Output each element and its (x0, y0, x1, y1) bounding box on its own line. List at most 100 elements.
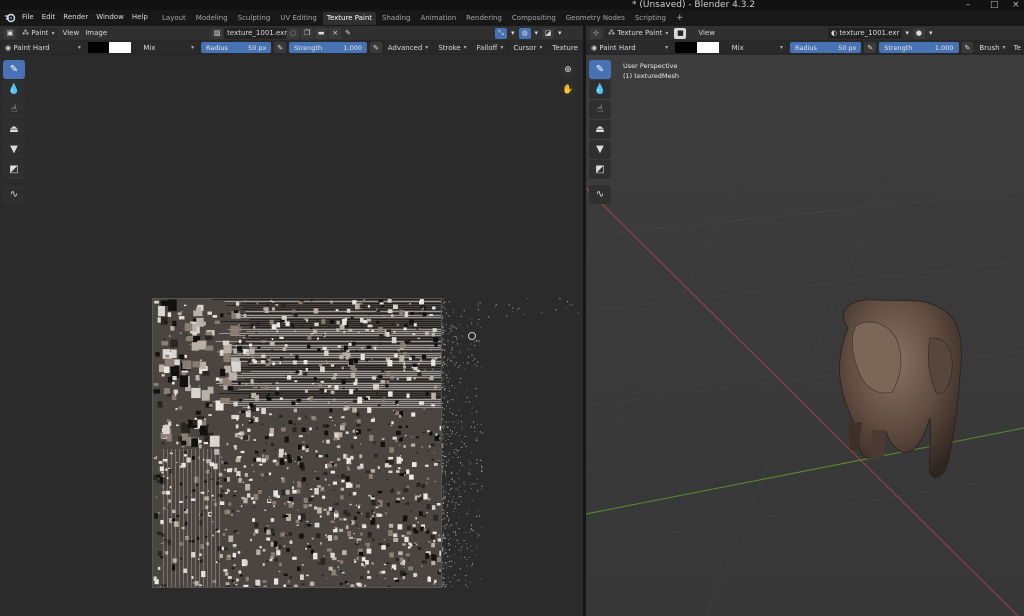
shading-icon[interactable]: ● (912, 27, 925, 39)
editor-type-icon[interactable]: ⊹ (590, 27, 602, 39)
radius-slider[interactable]: Radius 50 px (790, 42, 862, 53)
primary-color-swatch[interactable] (87, 42, 110, 53)
tool-settings-bar: ◉ Paint Hard ▾ Mix ▾ Radius 50 px ✎ Streng… (0, 40, 583, 55)
fill-brush-icon[interactable]: ▼ (589, 140, 611, 159)
smear-brush-icon[interactable]: ☝ (589, 100, 611, 119)
3d-viewport[interactable]: User Perspective (1) texturedMesh ⊹ ⁂ Te… (586, 26, 1024, 616)
image-name-field[interactable]: texture_1001.exr (224, 27, 287, 39)
draw-brush-icon[interactable]: ✎ (589, 60, 611, 79)
menu-view[interactable]: View (695, 28, 718, 39)
chevron-down-icon[interactable]: ▾ (555, 28, 565, 39)
tab-scripting[interactable]: Scripting (631, 12, 670, 25)
annotate-tool-icon[interactable]: ∿ (589, 185, 611, 204)
menu-file[interactable]: File (18, 12, 38, 23)
chevron-down-icon[interactable]: ▾ (532, 28, 542, 39)
tab-texture-paint[interactable]: Texture Paint (322, 12, 377, 25)
tab-uv-editing[interactable]: UV Editing (276, 12, 321, 25)
tab-rendering[interactable]: Rendering (462, 12, 506, 25)
paint-mode-icon: ⁂ (22, 29, 29, 37)
viewport-tool-settings-bar: ◉ Paint Hard ▾ Mix ▾ Radius 50 px ✎ Streng… (586, 40, 1024, 55)
add-workspace-button[interactable]: + (672, 12, 688, 25)
clone-brush-icon[interactable]: ⏏ (589, 120, 611, 139)
editor-type-icon[interactable]: ▣ (4, 27, 16, 39)
mask-toggle-icon[interactable]: ■ (674, 27, 687, 39)
brush-panel-dropdown[interactable]: Brush ▾ (976, 42, 1009, 53)
image-browse-icon[interactable]: ▨ (211, 27, 224, 39)
chevron-down-icon: ▾ (77, 44, 81, 51)
strength-pressure-icon[interactable]: ✎ (370, 42, 382, 53)
tab-animation[interactable]: Animation (416, 12, 460, 25)
radius-slider[interactable]: Radius 50 px (201, 42, 272, 53)
draw-brush-icon[interactable]: ✎ (3, 60, 25, 79)
brush-dropdown[interactable]: ◉ Paint Hard ▾ (588, 42, 672, 53)
minimize-button[interactable]: – (966, 0, 971, 10)
texture-slot-field[interactable]: ◐ texture_1001.exr (828, 27, 903, 39)
image-editor[interactable]: ▣ ⁂ Paint ▾ View Image ▨ texture_1001.exr… (0, 26, 583, 616)
open-image-icon[interactable]: ▬ (315, 27, 328, 39)
soften-brush-icon[interactable]: 💧 (3, 80, 25, 99)
menu-window[interactable]: Window (92, 12, 128, 23)
blend-mode-dropdown[interactable]: Mix ▾ (728, 42, 787, 53)
pin-icon[interactable]: ✎ (342, 28, 354, 39)
tab-sculpting[interactable]: Sculpting (234, 12, 275, 25)
mask-brush-icon[interactable]: ◩ (3, 160, 25, 179)
tab-layout[interactable]: Layout (158, 12, 190, 25)
viewport-mode-dropdown[interactable]: ⁂ Texture Paint ▾ (605, 27, 672, 39)
duplicate-image-icon[interactable]: ❐ (301, 27, 314, 39)
chevron-down-icon[interactable]: ▾ (902, 28, 912, 39)
zoom-icon[interactable]: ⊕ (560, 62, 576, 78)
menu-render[interactable]: Render (59, 12, 92, 23)
tab-modeling[interactable]: Modeling (192, 12, 232, 25)
uv-sync-icon[interactable]: ⤡ (495, 27, 508, 39)
strength-slider[interactable]: Strength 1.000 (288, 42, 368, 53)
stroke-panel-dropdown[interactable]: Stroke ▾ (435, 42, 470, 53)
pan-hand-icon[interactable]: ✋ (560, 82, 576, 98)
tab-geometry-nodes[interactable]: Geometry Nodes (562, 12, 629, 25)
unlink-image-icon[interactable]: × (329, 27, 342, 39)
menu-edit[interactable]: Edit (38, 12, 60, 23)
falloff-panel-dropdown[interactable]: Falloff ▾ (473, 42, 507, 53)
radius-pressure-icon[interactable]: ✎ (864, 42, 877, 53)
mode-dropdown[interactable]: ⁂ Paint ▾ (19, 27, 58, 39)
fake-user-icon[interactable]: ◌ (287, 27, 300, 39)
clone-brush-icon[interactable]: ⏏ (3, 120, 25, 139)
texture-image[interactable] (152, 298, 442, 588)
texture-panel-dropdown[interactable]: Te (1011, 42, 1024, 53)
primary-color-swatch[interactable] (675, 42, 697, 53)
strength-pressure-icon[interactable]: ✎ (961, 42, 974, 53)
overlay-icon[interactable]: ◪ (542, 27, 555, 39)
window-title: * (Unsaved) - Blender 4.3.2 (632, 0, 756, 10)
chevron-down-icon: ▾ (463, 44, 467, 51)
menu-image[interactable]: Image (82, 28, 110, 39)
maximize-button[interactable]: □ (990, 0, 999, 10)
fill-brush-icon[interactable]: ▼ (3, 140, 25, 159)
menu-view[interactable]: View (60, 28, 83, 39)
chevron-down-icon[interactable]: ▾ (508, 28, 518, 39)
tab-compositing[interactable]: Compositing (508, 12, 560, 25)
mask-brush-icon[interactable]: ◩ (589, 160, 611, 179)
tab-shading[interactable]: Shading (378, 12, 414, 25)
brush-dropdown[interactable]: ◉ Paint Hard ▾ (2, 42, 84, 53)
annotate-tool-icon[interactable]: ∿ (3, 185, 25, 204)
texture-panel-dropdown[interactable]: Texture (549, 42, 581, 53)
viewport-background (586, 26, 1024, 616)
radius-pressure-icon[interactable]: ✎ (274, 42, 286, 53)
soften-brush-icon[interactable]: 💧 (589, 80, 611, 99)
secondary-color-swatch[interactable] (109, 42, 131, 53)
chevron-down-icon: ▾ (780, 44, 784, 51)
chevron-down-icon[interactable]: ▾ (926, 28, 936, 39)
globe-icon: ◐ (831, 29, 838, 37)
close-button[interactable]: × (1012, 0, 1020, 10)
blend-mode-dropdown[interactable]: Mix ▾ (140, 42, 197, 53)
cursor-panel-dropdown[interactable]: Cursor ▾ (510, 42, 546, 53)
strength-slider[interactable]: Strength 1.000 (879, 42, 959, 53)
advanced-panel-dropdown[interactable]: Advanced ▾ (384, 42, 432, 53)
blender-logo-icon[interactable] (4, 12, 16, 23)
menu-help[interactable]: Help (128, 12, 152, 23)
gizmo-icon[interactable]: ◍ (518, 27, 531, 39)
viewport-header: ⊹ ⁂ Texture Paint ▾ ■ View ◐ texture_1001… (586, 26, 1024, 40)
chevron-down-icon: ▾ (665, 44, 669, 51)
top-bar: * (Unsaved) - Blender 4.3.2 – □ × File E… (0, 0, 1024, 26)
smear-brush-icon[interactable]: ☝ (3, 100, 25, 119)
secondary-color-swatch[interactable] (696, 42, 719, 53)
